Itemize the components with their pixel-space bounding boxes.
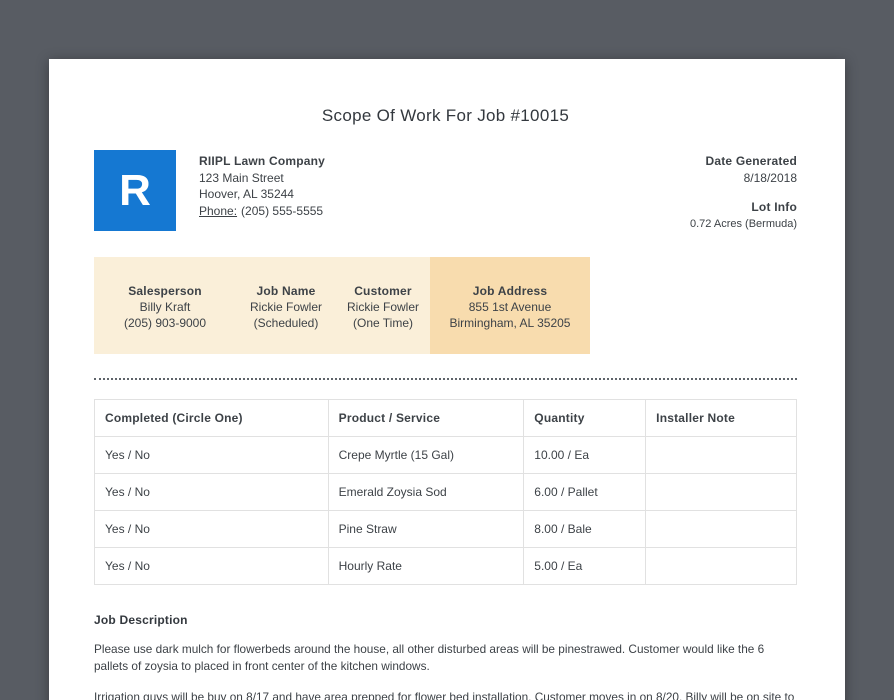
header-installer-note: Installer Note	[645, 399, 797, 437]
cell-installer-note	[645, 436, 797, 474]
cell-quantity: 5.00 / Ea	[523, 547, 647, 585]
logo-letter: R	[119, 165, 151, 215]
cell-product: Hourly Rate	[327, 547, 525, 585]
dotted-divider	[94, 378, 797, 380]
company-logo: R	[94, 150, 176, 231]
customer-name: Rickie Fowler	[346, 300, 419, 314]
job-name-value: Rickie Fowler	[249, 300, 322, 314]
job-info-salesperson: Salesperson Billy Kraft (205) 903-9000	[94, 257, 236, 354]
salesperson-name: Billy Kraft	[139, 300, 191, 314]
company-phone: Phone: (205) 555-5555	[199, 203, 325, 220]
cell-completed: Yes / No	[94, 547, 329, 585]
job-info-customer: Customer Rickie Fowler (One Time)	[336, 257, 430, 354]
cell-product: Pine Straw	[327, 510, 525, 548]
table-row: Yes / No Hourly Rate 5.00 / Ea	[94, 547, 797, 585]
date-generated-label: Date Generated	[705, 154, 797, 168]
page-title: Scope Of Work For Job #10015	[321, 106, 570, 125]
cell-quantity: 10.00 / Ea	[523, 436, 647, 474]
desktop-background: Scope Of Work For Job #10015 R RIIPL Law…	[0, 0, 894, 700]
table-header-row: Completed (Circle One) Product / Service…	[94, 399, 797, 437]
job-description-heading: Job Description	[94, 613, 188, 627]
job-description-paragraph: Irrigation guys will be buy on 8/17 and …	[94, 690, 795, 700]
customer-type: (One Time)	[352, 316, 413, 330]
cell-product: Crepe Myrtle (15 Gal)	[327, 436, 525, 474]
cell-installer-note	[645, 473, 797, 511]
cell-completed: Yes / No	[94, 510, 329, 548]
cell-product: Emerald Zoysia Sod	[327, 473, 525, 511]
cell-quantity: 8.00 / Bale	[523, 510, 647, 548]
lot-info-label: Lot Info	[751, 200, 797, 214]
salesperson-phone: (205) 903-9000	[123, 316, 207, 330]
cell-completed: Yes / No	[94, 436, 329, 474]
cell-quantity: 6.00 / Pallet	[523, 473, 647, 511]
cell-completed: Yes / No	[94, 473, 329, 511]
table-row: Yes / No Crepe Myrtle (15 Gal) 10.00 / E…	[94, 436, 797, 474]
lot-info-value: 0.72 Acres (Bermuda)	[690, 217, 797, 230]
document-header: R RIIPL Lawn Company 123 Main Street Hoo…	[94, 150, 797, 232]
cell-installer-note	[645, 510, 797, 548]
salesperson-label: Salesperson	[128, 284, 202, 298]
company-address-line2: Hoover, AL 35244	[199, 187, 294, 201]
job-address-label: Job Address	[472, 284, 548, 298]
header-quantity: Quantity	[523, 399, 647, 437]
job-name-status: (Scheduled)	[253, 316, 319, 330]
job-name-label: Job Name	[256, 284, 316, 298]
job-description-paragraph: Please use dark mulch for flowerbeds aro…	[94, 642, 765, 673]
job-info-job-name: Job Name Rickie Fowler (Scheduled)	[236, 257, 336, 354]
header-product-service: Product / Service	[327, 399, 525, 437]
work-items-table: Completed (Circle One) Product / Service…	[94, 399, 797, 585]
company-info: RIIPL Lawn Company 123 Main Street Hoove…	[199, 150, 325, 219]
company-name: RIIPL Lawn Company	[199, 154, 326, 168]
job-address-street: 855 1st Avenue	[468, 300, 552, 314]
job-description-section: Job Description Please use dark mulch fo…	[94, 613, 797, 700]
date-generated-value: 8/18/2018	[743, 170, 797, 185]
document-meta: Date Generated 8/18/2018 Lot Info 0.72 A…	[690, 150, 797, 232]
customer-label: Customer	[354, 284, 412, 298]
phone-label: Phone:	[199, 203, 238, 218]
job-info-band: Salesperson Billy Kraft (205) 903-9000 J…	[94, 257, 590, 354]
cell-installer-note	[645, 547, 797, 585]
table-row: Yes / No Pine Straw 8.00 / Bale	[94, 510, 797, 548]
job-address-city: Birmingham, AL 35205	[449, 316, 571, 330]
header-completed: Completed (Circle One)	[94, 399, 329, 437]
document-page: Scope Of Work For Job #10015 R RIIPL Law…	[49, 59, 845, 700]
job-info-job-address: Job Address 855 1st Avenue Birmingham, A…	[430, 257, 590, 354]
phone-value: (205) 555-5555	[241, 203, 324, 218]
company-address-line1: 123 Main Street	[199, 170, 284, 185]
table-row: Yes / No Emerald Zoysia Sod 6.00 / Palle…	[94, 473, 797, 511]
